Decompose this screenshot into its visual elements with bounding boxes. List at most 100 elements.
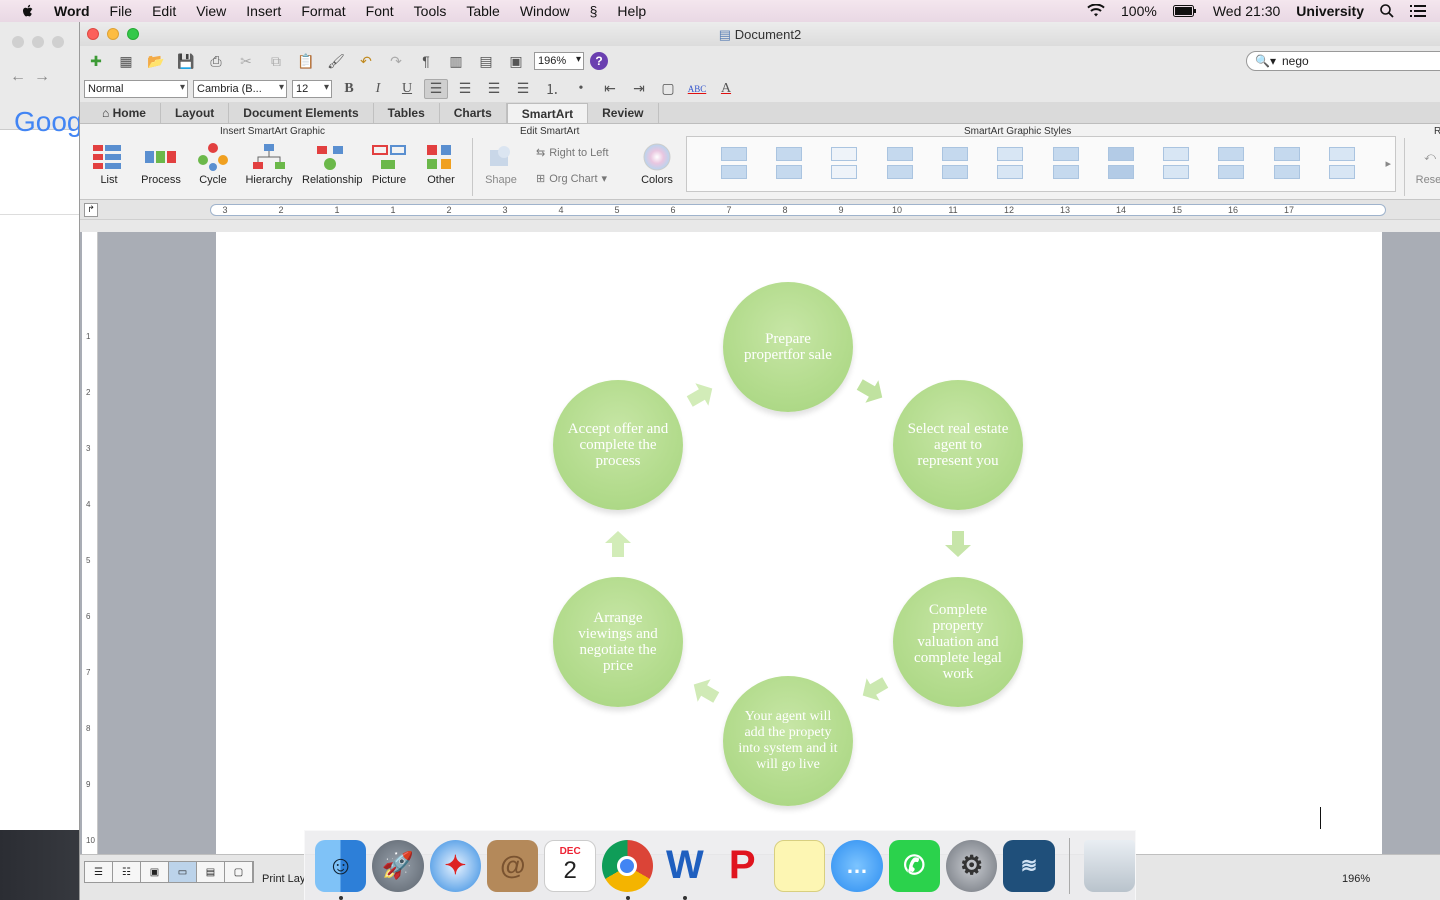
align-right-icon[interactable]: ☰ (482, 79, 506, 99)
chrome-icon[interactable] (601, 839, 654, 900)
zoom-select[interactable]: 196% (534, 52, 584, 70)
smartart-node[interactable]: Prepare propertfor sale (723, 282, 853, 412)
right-to-left-button[interactable]: ⇆ Right to Left (536, 146, 609, 160)
menu-edit[interactable]: Edit (152, 3, 176, 19)
decrease-indent-icon[interactable]: ⇤ (598, 79, 622, 99)
horizontal-ruler[interactable]: 3 2 1 1 2 3 4 5 6 7 8 9 10 11 12 13 14 15 16 17 (210, 204, 1386, 216)
menu-window[interactable]: Window (520, 3, 570, 19)
style-thumb[interactable] (1163, 147, 1191, 181)
smartart-styles-gallery[interactable]: ▸ (686, 136, 1396, 192)
sidebar-icon[interactable]: ▤ (474, 50, 498, 72)
style-thumb[interactable] (1218, 147, 1246, 181)
publishing-view-icon[interactable]: ▣ (141, 862, 169, 882)
tab-tables[interactable]: Tables (374, 103, 440, 123)
org-chart-button[interactable]: ⊞ Org Chart ▾ (536, 172, 607, 186)
copy-icon[interactable]: ⧉ (264, 50, 288, 72)
system-preferences-icon[interactable]: ⚙ (945, 839, 998, 892)
font-size-select[interactable]: 12 (292, 80, 332, 98)
undo-icon[interactable]: ↶ (354, 50, 378, 72)
style-thumb[interactable] (887, 147, 915, 181)
launchpad-icon[interactable]: 🚀 (372, 839, 424, 892)
process-button[interactable]: Process (136, 140, 186, 186)
notes-icon[interactable] (773, 839, 826, 892)
style-thumb[interactable] (997, 147, 1025, 181)
print-icon[interactable]: ⎙ (204, 50, 228, 72)
menu-font[interactable]: Font (366, 3, 394, 19)
new-document-icon[interactable]: ✚ (84, 50, 108, 72)
save-icon[interactable]: 💾 (174, 50, 198, 72)
calendar-icon[interactable]: DEC 2 (544, 839, 596, 892)
menu-app-word[interactable]: Word (54, 3, 90, 19)
notification-center-icon[interactable] (1410, 5, 1426, 17)
cycle-button[interactable]: Cycle (188, 140, 238, 186)
cut-icon[interactable]: ✂ (234, 50, 258, 72)
help-icon[interactable]: ? (590, 52, 608, 70)
mysql-workbench-icon[interactable]: ≋ (1003, 839, 1055, 892)
menu-format[interactable]: Format (301, 3, 345, 19)
bold-button[interactable]: B (337, 79, 361, 99)
menu-file[interactable]: File (110, 3, 133, 19)
hierarchy-button[interactable]: Hierarchy (244, 140, 294, 186)
smartart-node[interactable]: Complete property valuation and complete… (893, 577, 1023, 707)
align-left-icon[interactable]: ☰ (424, 79, 448, 99)
battery-icon[interactable] (1172, 5, 1197, 17)
tab-home[interactable]: ⌂ Home (88, 103, 161, 123)
messages-icon[interactable]: … (831, 839, 883, 892)
word-icon[interactable]: W (659, 840, 710, 900)
browser-nav-arrows-icon[interactable]: ←→ (10, 68, 58, 86)
numbered-list-icon[interactable]: ⒈ (540, 79, 564, 99)
tab-smartart[interactable]: SmartArt (506, 103, 589, 123)
justify-icon[interactable]: ☰ (511, 79, 535, 99)
menu-help[interactable]: Help (617, 3, 646, 19)
vertical-ruler[interactable]: 1 2 3 4 5 6 7 8 9 10 (82, 232, 98, 854)
menu-tools[interactable]: Tools (414, 3, 447, 19)
menu-view[interactable]: View (196, 3, 226, 19)
colors-button[interactable]: Colors (632, 140, 682, 186)
focus-view-icon[interactable]: ▢ (225, 862, 253, 882)
apple-icon[interactable] (20, 3, 36, 19)
document-page[interactable]: Prepare propertfor sale Select real esta… (216, 232, 1382, 854)
style-thumb[interactable] (942, 147, 970, 181)
borders-icon[interactable]: ▢ (656, 79, 680, 99)
contacts-icon[interactable]: @ (487, 839, 539, 892)
style-thumb[interactable] (1329, 147, 1357, 181)
open-icon[interactable]: 📂 (144, 50, 168, 72)
tab-stop-selector-icon[interactable]: ↱ (84, 203, 98, 217)
style-thumb[interactable] (1053, 147, 1081, 181)
finder-icon[interactable]: ☺ (315, 839, 367, 900)
shape-button[interactable]: Shape (476, 140, 526, 186)
list-button[interactable]: List (84, 140, 134, 186)
facetime-icon[interactable]: ✆ (888, 839, 940, 892)
notebook-view-icon[interactable]: ▤ (197, 862, 225, 882)
safari-icon[interactable]: ✦ (429, 839, 482, 892)
spotlight-icon[interactable] (1380, 4, 1394, 18)
print-layout-view-icon[interactable]: ▭ (169, 862, 197, 882)
italic-button[interactable]: I (366, 79, 390, 99)
align-center-icon[interactable]: ☰ (453, 79, 477, 99)
paste-icon[interactable]: 📋 (294, 50, 318, 72)
draft-view-icon[interactable]: ☰ (85, 862, 113, 882)
gallery-next-icon[interactable]: ▸ (1385, 157, 1391, 170)
acrobat-icon[interactable]: P (717, 840, 768, 892)
format-painter-icon[interactable]: 🖌 (324, 50, 348, 72)
templates-icon[interactable]: ▦ (114, 50, 138, 72)
tab-review[interactable]: Review (588, 103, 659, 123)
font-color-icon[interactable]: A (714, 79, 738, 99)
view-layout-icon[interactable]: ▥ (444, 50, 468, 72)
smartart-node[interactable]: Your agent will add the propety into sys… (723, 676, 853, 806)
bulleted-list-icon[interactable]: • (569, 79, 593, 99)
style-select[interactable]: Normal (84, 80, 188, 98)
highlight-icon[interactable]: ABC (685, 79, 709, 99)
style-thumb[interactable] (776, 147, 804, 181)
menu-insert[interactable]: Insert (246, 3, 281, 19)
reset-button[interactable]: ⤺ Reset (1410, 140, 1440, 187)
menu-table[interactable]: Table (466, 3, 499, 19)
increase-indent-icon[interactable]: ⇥ (627, 79, 651, 99)
tab-document-elements[interactable]: Document Elements (229, 103, 374, 123)
status-zoom[interactable]: 196% (1342, 873, 1370, 885)
picture-button[interactable]: Picture (364, 140, 414, 186)
relationship-button[interactable]: Relationship (302, 140, 363, 186)
smartart-node[interactable]: Arrange viewings and negotiate the price (553, 577, 683, 707)
script-menu-icon[interactable]: § (590, 3, 598, 19)
style-thumb[interactable] (1274, 147, 1302, 181)
